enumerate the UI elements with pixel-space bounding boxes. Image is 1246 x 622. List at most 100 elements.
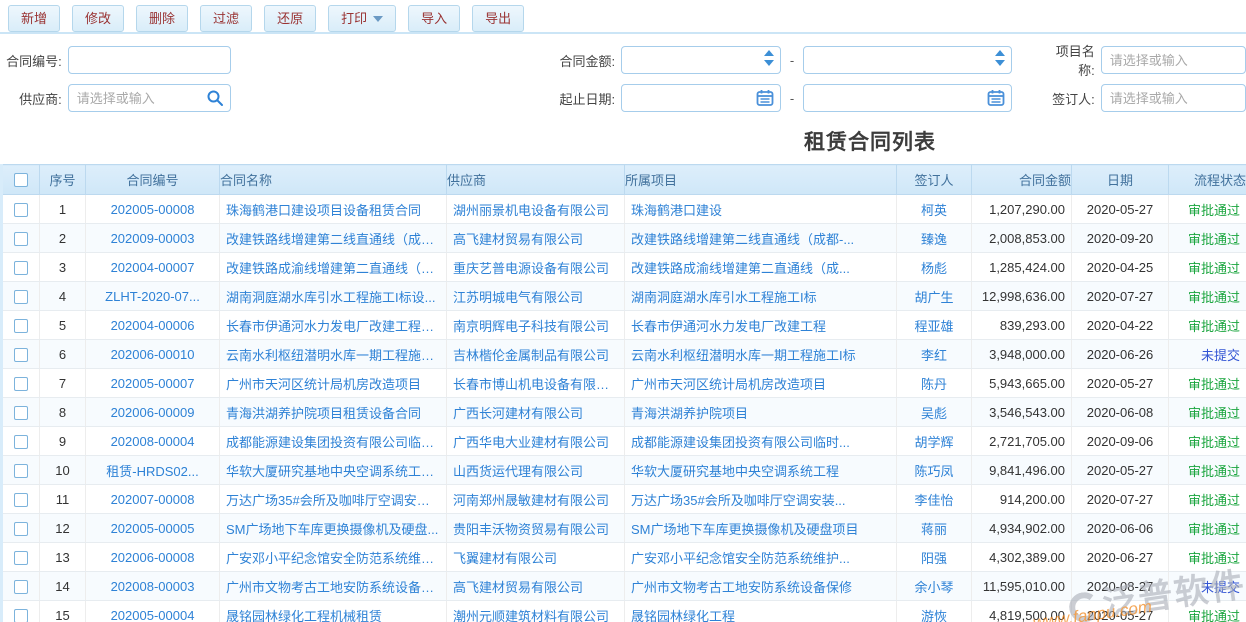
amount-to-stepper[interactable] [995,50,1005,66]
cell-contract-name[interactable]: SM广场地下车库更换摄像机及硬盘... [220,514,447,543]
cell-contract-name[interactable]: 万达广场35#会所及咖啡厅空调安装... [220,485,447,514]
cell-project[interactable]: 广州市文物考古工地安防系统设备保修 [625,572,897,601]
cell-signer[interactable]: 程亚雄 [897,311,972,340]
cell-project[interactable]: 改建铁路成渝线增建第二直通线（成... [625,253,897,282]
cell-contract-code[interactable]: 202006-00010 [86,340,220,369]
cell-project[interactable]: 改建铁路线增建第二线直通线（成都-... [625,224,897,253]
cell-contract-code[interactable]: 202004-00007 [86,253,220,282]
cell-flow-status[interactable]: 审批通过 [1169,601,1246,622]
row-checkbox[interactable] [14,290,28,304]
cell-signer[interactable]: 李红 [897,340,972,369]
search-icon[interactable] [206,89,224,107]
import-button[interactable]: 导入 [408,5,460,32]
spinner-down-icon[interactable] [764,60,774,66]
cell-flow-status[interactable]: 审批通过 [1169,398,1246,427]
table-row[interactable]: 2202009-00003改建铁路线增建第二线直通线（成都...高飞建材贸易有限… [2,224,1246,253]
row-checkbox[interactable] [14,580,28,594]
cell-project[interactable]: 湖南洞庭湖水库引水工程施工I标 [625,282,897,311]
table-row[interactable]: 6202006-00010云南水利枢纽潜明水库一期工程施工...吉林楷伦金属制品… [2,340,1246,369]
cell-supplier[interactable]: 高飞建材贸易有限公司 [447,224,625,253]
table-row[interactable]: 5202004-00006长春市伊通河水力发电厂改建工程租...南京明辉电子科技… [2,311,1246,340]
cell-signer[interactable]: 阳强 [897,543,972,572]
cell-supplier[interactable]: 江苏明城电气有限公司 [447,282,625,311]
cell-project[interactable]: SM广场地下车库更换摄像机及硬盘项目 [625,514,897,543]
row-checkbox[interactable] [14,203,28,217]
table-row[interactable]: 1202005-00008珠海鹤港口建设项目设备租赁合同湖州丽景机电设备有限公司… [2,195,1246,224]
date-to-input[interactable] [803,84,1012,112]
cell-project[interactable]: 华软大厦研究基地中央空调系统工程 [625,456,897,485]
cell-flow-status[interactable]: 审批通过 [1169,543,1246,572]
cell-signer[interactable]: 陈巧凤 [897,456,972,485]
cell-contract-name[interactable]: 云南水利枢纽潜明水库一期工程施工... [220,340,447,369]
row-checkbox[interactable] [14,435,28,449]
cell-supplier[interactable]: 重庆艺普电源设备有限公司 [447,253,625,282]
cell-contract-name[interactable]: 湖南洞庭湖水库引水工程施工I标设... [220,282,447,311]
cell-supplier[interactable]: 河南郑州晟敏建材有限公司 [447,485,625,514]
add-button[interactable]: 新增 [8,5,60,32]
cell-project[interactable]: 珠海鹤港口建设 [625,195,897,224]
print-button[interactable]: 打印 [328,5,396,32]
cell-flow-status[interactable]: 审批通过 [1169,195,1246,224]
table-row[interactable]: 15202005-00004晟铭园林绿化工程机械租赁潮州元顺建筑材料有限公司晟铭… [2,601,1246,622]
cell-contract-code[interactable]: 202006-00009 [86,398,220,427]
delete-button[interactable]: 删除 [136,5,188,32]
cell-contract-name[interactable]: 改建铁路线增建第二线直通线（成都... [220,224,447,253]
cell-flow-status[interactable]: 审批通过 [1169,427,1246,456]
row-checkbox[interactable] [14,232,28,246]
row-checkbox[interactable] [14,406,28,420]
amount-from-input[interactable] [621,46,781,74]
cell-contract-code[interactable]: 202004-00006 [86,311,220,340]
spinner-down-icon[interactable] [995,60,1005,66]
edit-button[interactable]: 修改 [72,5,124,32]
cell-contract-name[interactable]: 广州市文物考古工地安防系统设备保修 [220,572,447,601]
project-name-input[interactable] [1101,46,1246,74]
cell-contract-name[interactable]: 华软大厦研究基地中央空调系统工程... [220,456,447,485]
cell-supplier[interactable]: 山西货运代理有限公司 [447,456,625,485]
cell-contract-code[interactable]: 202005-00008 [86,195,220,224]
cell-contract-code[interactable]: 202006-00008 [86,543,220,572]
cell-flow-status[interactable]: 未提交 [1169,340,1246,369]
export-button[interactable]: 导出 [472,5,524,32]
cell-flow-status[interactable]: 审批通过 [1169,311,1246,340]
row-checkbox[interactable] [14,493,28,507]
cell-project[interactable]: 万达广场35#会所及咖啡厅空调安装... [625,485,897,514]
cell-flow-status[interactable]: 审批通过 [1169,456,1246,485]
cell-supplier[interactable]: 飞翼建材有限公司 [447,543,625,572]
cell-flow-status[interactable]: 审批通过 [1169,485,1246,514]
cell-contract-code[interactable]: 202005-00007 [86,369,220,398]
row-checkbox[interactable] [14,551,28,565]
spinner-up-icon[interactable] [764,50,774,56]
cell-flow-status[interactable]: 审批通过 [1169,369,1246,398]
row-checkbox[interactable] [14,319,28,333]
cell-contract-code[interactable]: 202005-00005 [86,514,220,543]
cell-flow-status[interactable]: 审批通过 [1169,514,1246,543]
cell-supplier[interactable]: 长春市博山机电设备有限公司 [447,369,625,398]
cell-signer[interactable]: 胡学辉 [897,427,972,456]
table-row[interactable]: 14202008-00003广州市文物考古工地安防系统设备保修高飞建材贸易有限公… [2,572,1246,601]
cell-contract-code[interactable]: 202008-00004 [86,427,220,456]
amount-from-stepper[interactable] [764,50,774,66]
cell-signer[interactable]: 蒋丽 [897,514,972,543]
cell-project[interactable]: 长春市伊通河水力发电厂改建工程 [625,311,897,340]
select-all-checkbox[interactable] [14,173,28,187]
cell-project[interactable]: 广州市天河区统计局机房改造项目 [625,369,897,398]
row-checkbox[interactable] [14,377,28,391]
cell-signer[interactable]: 柯英 [897,195,972,224]
cell-signer[interactable]: 陈丹 [897,369,972,398]
cell-supplier[interactable]: 广西长河建材有限公司 [447,398,625,427]
cell-signer[interactable]: 臻逸 [897,224,972,253]
cell-contract-code[interactable]: 202005-00004 [86,601,220,622]
cell-contract-name[interactable]: 广安邓小平纪念馆安全防范系统维护... [220,543,447,572]
cell-signer[interactable]: 杨彪 [897,253,972,282]
calendar-icon[interactable] [756,89,774,107]
cell-project[interactable]: 成都能源建设集团投资有限公司临时... [625,427,897,456]
cell-contract-code[interactable]: 202007-00008 [86,485,220,514]
table-row[interactable]: 13202006-00008广安邓小平纪念馆安全防范系统维护...飞翼建材有限公… [2,543,1246,572]
cell-supplier[interactable]: 吉林楷伦金属制品有限公司 [447,340,625,369]
cell-contract-name[interactable]: 晟铭园林绿化工程机械租赁 [220,601,447,622]
table-row[interactable]: 3202004-00007改建铁路成渝线增建第二直通线（成...重庆艺普电源设备… [2,253,1246,282]
cell-supplier[interactable]: 潮州元顺建筑材料有限公司 [447,601,625,622]
amount-to-input[interactable] [803,46,1012,74]
restore-button[interactable]: 还原 [264,5,316,32]
cell-flow-status[interactable]: 审批通过 [1169,224,1246,253]
